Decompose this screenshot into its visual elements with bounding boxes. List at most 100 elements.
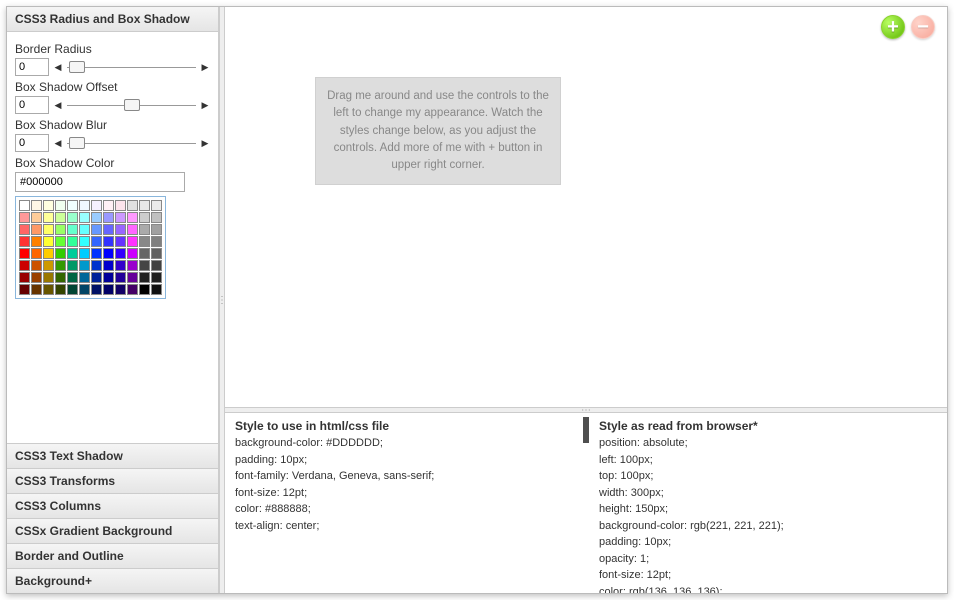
color-swatch[interactable] [43,260,54,271]
color-swatch[interactable] [103,212,114,223]
color-swatch[interactable] [139,236,150,247]
box-shadow-offset-slider[interactable] [67,98,196,112]
color-swatch[interactable] [139,224,150,235]
color-swatch[interactable] [127,236,138,247]
color-swatch[interactable] [79,200,90,211]
color-swatch[interactable] [139,284,150,295]
color-swatch[interactable] [31,248,42,259]
color-swatch[interactable] [151,260,162,271]
box-shadow-color-input[interactable] [15,172,185,192]
color-swatch[interactable] [31,236,42,247]
color-swatch[interactable] [67,248,78,259]
color-swatch[interactable] [115,248,126,259]
color-swatch[interactable] [31,224,42,235]
color-swatch[interactable] [151,272,162,283]
color-swatch[interactable] [43,236,54,247]
color-swatch[interactable] [91,284,102,295]
color-swatch[interactable] [67,224,78,235]
color-swatch[interactable] [19,200,30,211]
color-swatch[interactable] [151,212,162,223]
color-swatch[interactable] [79,248,90,259]
color-swatch[interactable] [103,200,114,211]
box-shadow-blur-slider[interactable] [67,136,196,150]
color-swatch[interactable] [115,224,126,235]
color-swatch[interactable] [151,248,162,259]
border-radius-input[interactable] [15,58,49,76]
color-swatch[interactable] [91,200,102,211]
color-swatch[interactable] [91,260,102,271]
color-swatch[interactable] [115,284,126,295]
color-swatch[interactable] [43,212,54,223]
color-swatch[interactable] [139,212,150,223]
color-swatch[interactable] [55,272,66,283]
color-swatch[interactable] [19,236,30,247]
border-radius-decrement[interactable]: ◀ [53,59,63,75]
color-swatch[interactable] [151,224,162,235]
color-swatch[interactable] [79,212,90,223]
color-swatch[interactable] [67,272,78,283]
color-swatch[interactable] [103,272,114,283]
color-swatch[interactable] [91,272,102,283]
color-swatch[interactable] [127,200,138,211]
color-swatch[interactable] [31,272,42,283]
color-swatch[interactable] [79,236,90,247]
color-swatch[interactable] [19,284,30,295]
color-swatch[interactable] [151,236,162,247]
color-swatch[interactable] [103,236,114,247]
color-swatch[interactable] [127,224,138,235]
color-swatch[interactable] [139,260,150,271]
color-swatch[interactable] [19,212,30,223]
color-swatch[interactable] [127,212,138,223]
color-swatch[interactable] [19,224,30,235]
box-shadow-offset-slider-thumb[interactable] [124,99,140,111]
color-swatch[interactable] [55,284,66,295]
color-swatch[interactable] [79,260,90,271]
border-radius-slider[interactable] [67,60,196,74]
color-swatch[interactable] [79,272,90,283]
add-element-button[interactable]: + [881,15,905,39]
color-swatch[interactable] [139,200,150,211]
color-swatch[interactable] [55,260,66,271]
color-swatch[interactable] [19,248,30,259]
accordion-section-radius-shadow[interactable]: CSS3 Radius and Box Shadow [7,7,218,32]
color-swatch[interactable] [67,284,78,295]
box-shadow-offset-decrement[interactable]: ◀ [53,97,63,113]
accordion-section[interactable]: CSS3 Transforms [7,468,218,493]
color-swatch[interactable] [91,236,102,247]
box-shadow-offset-input[interactable] [15,96,49,114]
color-swatch[interactable] [43,272,54,283]
color-swatch[interactable] [43,200,54,211]
color-swatch[interactable] [67,236,78,247]
accordion-section[interactable]: CSS3 Columns [7,493,218,518]
color-swatch[interactable] [91,212,102,223]
accordion-section[interactable]: CSSx Gradient Background [7,518,218,543]
color-swatch[interactable] [31,260,42,271]
box-shadow-offset-increment[interactable]: ▶ [200,97,210,113]
color-swatch[interactable] [43,224,54,235]
color-swatch[interactable] [103,260,114,271]
color-swatch[interactable] [55,236,66,247]
box-shadow-blur-input[interactable] [15,134,49,152]
color-swatch[interactable] [31,212,42,223]
color-swatch[interactable] [79,224,90,235]
color-swatch[interactable] [103,224,114,235]
color-swatch[interactable] [115,200,126,211]
color-swatch[interactable] [103,284,114,295]
color-swatch[interactable] [91,248,102,259]
color-swatch[interactable] [127,260,138,271]
color-swatch[interactable] [55,212,66,223]
color-swatch[interactable] [67,260,78,271]
border-radius-slider-thumb[interactable] [69,61,85,73]
color-swatch[interactable] [67,212,78,223]
color-swatch[interactable] [115,212,126,223]
draggable-preview-card[interactable]: Drag me around and use the controls to t… [315,77,561,185]
accordion-section[interactable]: CSS3 Text Shadow [7,443,218,468]
color-swatch[interactable] [67,200,78,211]
color-swatch[interactable] [19,272,30,283]
box-shadow-blur-decrement[interactable]: ◀ [53,135,63,151]
color-swatch[interactable] [151,284,162,295]
box-shadow-blur-increment[interactable]: ▶ [200,135,210,151]
color-swatch[interactable] [103,248,114,259]
border-radius-increment[interactable]: ▶ [200,59,210,75]
color-swatch[interactable] [139,272,150,283]
